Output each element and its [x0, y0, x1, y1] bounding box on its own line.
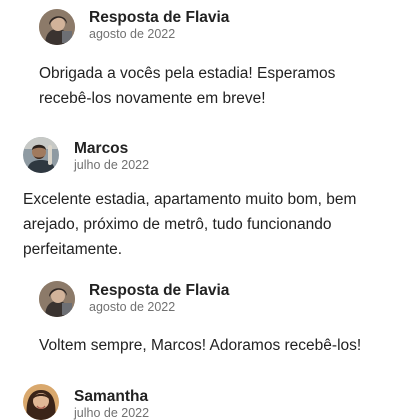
flavia-avatar-icon: [39, 9, 75, 45]
marcos-avatar-icon: [23, 137, 59, 173]
review-date: julho de 2022: [74, 406, 150, 420]
review-text: Voltem sempre, Marcos! Adoramos recebê-l…: [39, 333, 361, 358]
reviewer-name: Resposta de Flavia: [89, 282, 230, 299]
review-text-line: Obrigada a vocês pela estadia! Esperamos: [39, 65, 336, 82]
review-date: agosto de 2022: [89, 27, 176, 41]
review-date: julho de 2022: [74, 158, 150, 172]
reviewer-avatar[interactable]: [23, 384, 59, 420]
host-avatar[interactable]: [39, 9, 75, 45]
host-reply: Resposta de Flavia agosto de 2022 Obriga…: [0, 0, 420, 120]
reviewer-avatar[interactable]: [23, 137, 59, 173]
host-reply: Resposta de Flavia agosto de 2022 Voltem…: [0, 272, 420, 372]
review-text: Obrigada a vocês pela estadia! Esperamos…: [39, 61, 335, 111]
flavia-avatar-icon: [39, 281, 75, 317]
guest-review: Marcos julho de 2022 Excelente estadia, …: [0, 130, 420, 270]
reviewer-name: Samantha: [74, 388, 149, 405]
review-text-line: Voltem sempre, Marcos! Adoramos recebê-l…: [39, 337, 362, 354]
host-avatar[interactable]: [39, 281, 75, 317]
review-text-line: perfeitamente.: [23, 241, 123, 258]
review-text-line: arejado, próximo de metrô, tudo funciona…: [23, 216, 332, 233]
review-text-line: Excelente estadia, apartamento muito bom…: [23, 191, 357, 208]
review-text-line: recebê-los novamente em breve!: [39, 90, 266, 107]
samantha-avatar-icon: [23, 384, 59, 420]
reviews-page: Resposta de Flavia agosto de 2022 Obriga…: [0, 0, 420, 420]
review-date: agosto de 2022: [89, 300, 176, 314]
reviewer-name: Marcos: [74, 140, 129, 157]
reviewer-name: Resposta de Flavia: [89, 9, 230, 26]
review-text: Excelente estadia, apartamento muito bom…: [23, 187, 356, 262]
guest-review: Samantha julho de 2022: [0, 375, 420, 420]
